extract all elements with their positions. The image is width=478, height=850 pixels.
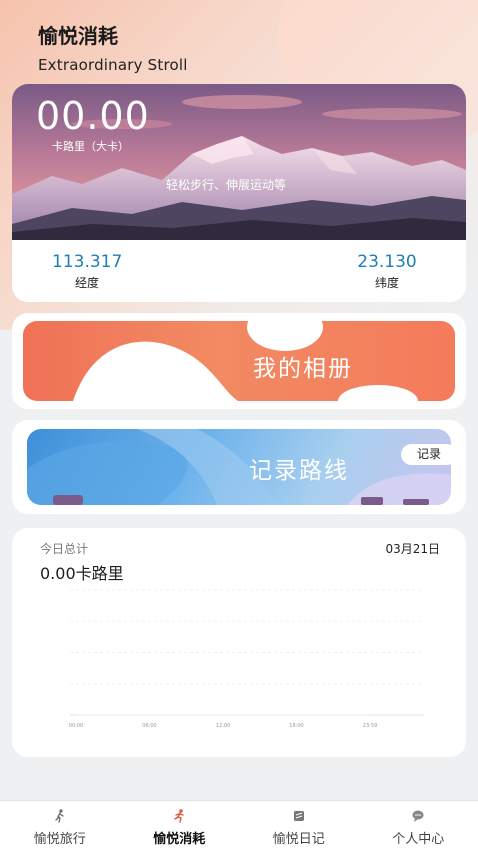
record-button[interactable]: 记录 — [401, 444, 451, 465]
calorie-hero-card: 00.00 卡路里（大卡） 轻松步行、伸展运动等 113.317 经度 23.1… — [12, 84, 466, 302]
longitude-block: 113.317 经度 — [52, 252, 122, 291]
nav-item-consumption[interactable]: 愉悦消耗 — [120, 801, 240, 850]
chat-bubble-icon — [412, 810, 424, 822]
page-title: 愉悦消耗 — [38, 24, 118, 48]
nav-item-travel[interactable]: 愉悦旅行 — [0, 801, 120, 850]
walking-person-icon — [55, 809, 64, 823]
diary-icon — [293, 811, 304, 821]
calorie-line-chart: 00:00 06:00 12:00 18:00 23:59 — [69, 589, 424, 729]
chart-x-tick-label: 23:59 — [363, 723, 377, 729]
longitude-value: 113.317 — [52, 252, 123, 272]
latitude-value: 23.130 — [357, 252, 417, 272]
bottom-navigation: 愉悦旅行 愉悦消耗 愉悦日记 个人中心 — [0, 800, 478, 850]
route-card: 记录路线 记录 — [12, 420, 466, 514]
running-person-icon — [174, 809, 184, 823]
album-card: 我的相册 — [12, 313, 466, 409]
daily-stats-card: 今日总计 03月21日 0.00卡路里 00:00 06:00 12:00 18:00… — [12, 528, 466, 757]
latitude-label: 纬度 — [374, 276, 399, 290]
chart-x-tick-label: 12:00 — [216, 723, 230, 729]
nav-label-consumption: 愉悦消耗 — [153, 832, 206, 847]
nav-item-diary[interactable]: 愉悦日记 — [239, 801, 359, 850]
latitude-block: 23.130 纬度 — [352, 252, 422, 291]
my-album-button[interactable]: 我的相册 — [23, 321, 455, 401]
record-route-label: 记录路线 — [249, 458, 349, 484]
page-subtitle: Extraordinary Stroll — [38, 56, 188, 74]
my-album-label: 我的相册 — [253, 356, 353, 382]
calories-value: 00.00 — [36, 94, 150, 138]
nav-label-diary: 愉悦日记 — [272, 832, 325, 847]
longitude-label: 经度 — [74, 276, 99, 290]
nav-item-profile[interactable]: 个人中心 — [359, 801, 478, 850]
calories-unit-label: 卡路里（大卡） — [52, 140, 129, 153]
chart-x-tick-label: 18:00 — [289, 723, 303, 729]
activity-caption: 轻松步行、伸展运动等 — [166, 178, 287, 192]
chart-x-tick-label: 06:00 — [142, 723, 156, 729]
nav-label-profile: 个人中心 — [392, 832, 445, 847]
record-route-banner[interactable]: 记录路线 记录 — [27, 429, 451, 505]
chart-x-tick-label: 00:00 — [69, 723, 83, 729]
nav-label-travel: 愉悦旅行 — [33, 832, 86, 847]
